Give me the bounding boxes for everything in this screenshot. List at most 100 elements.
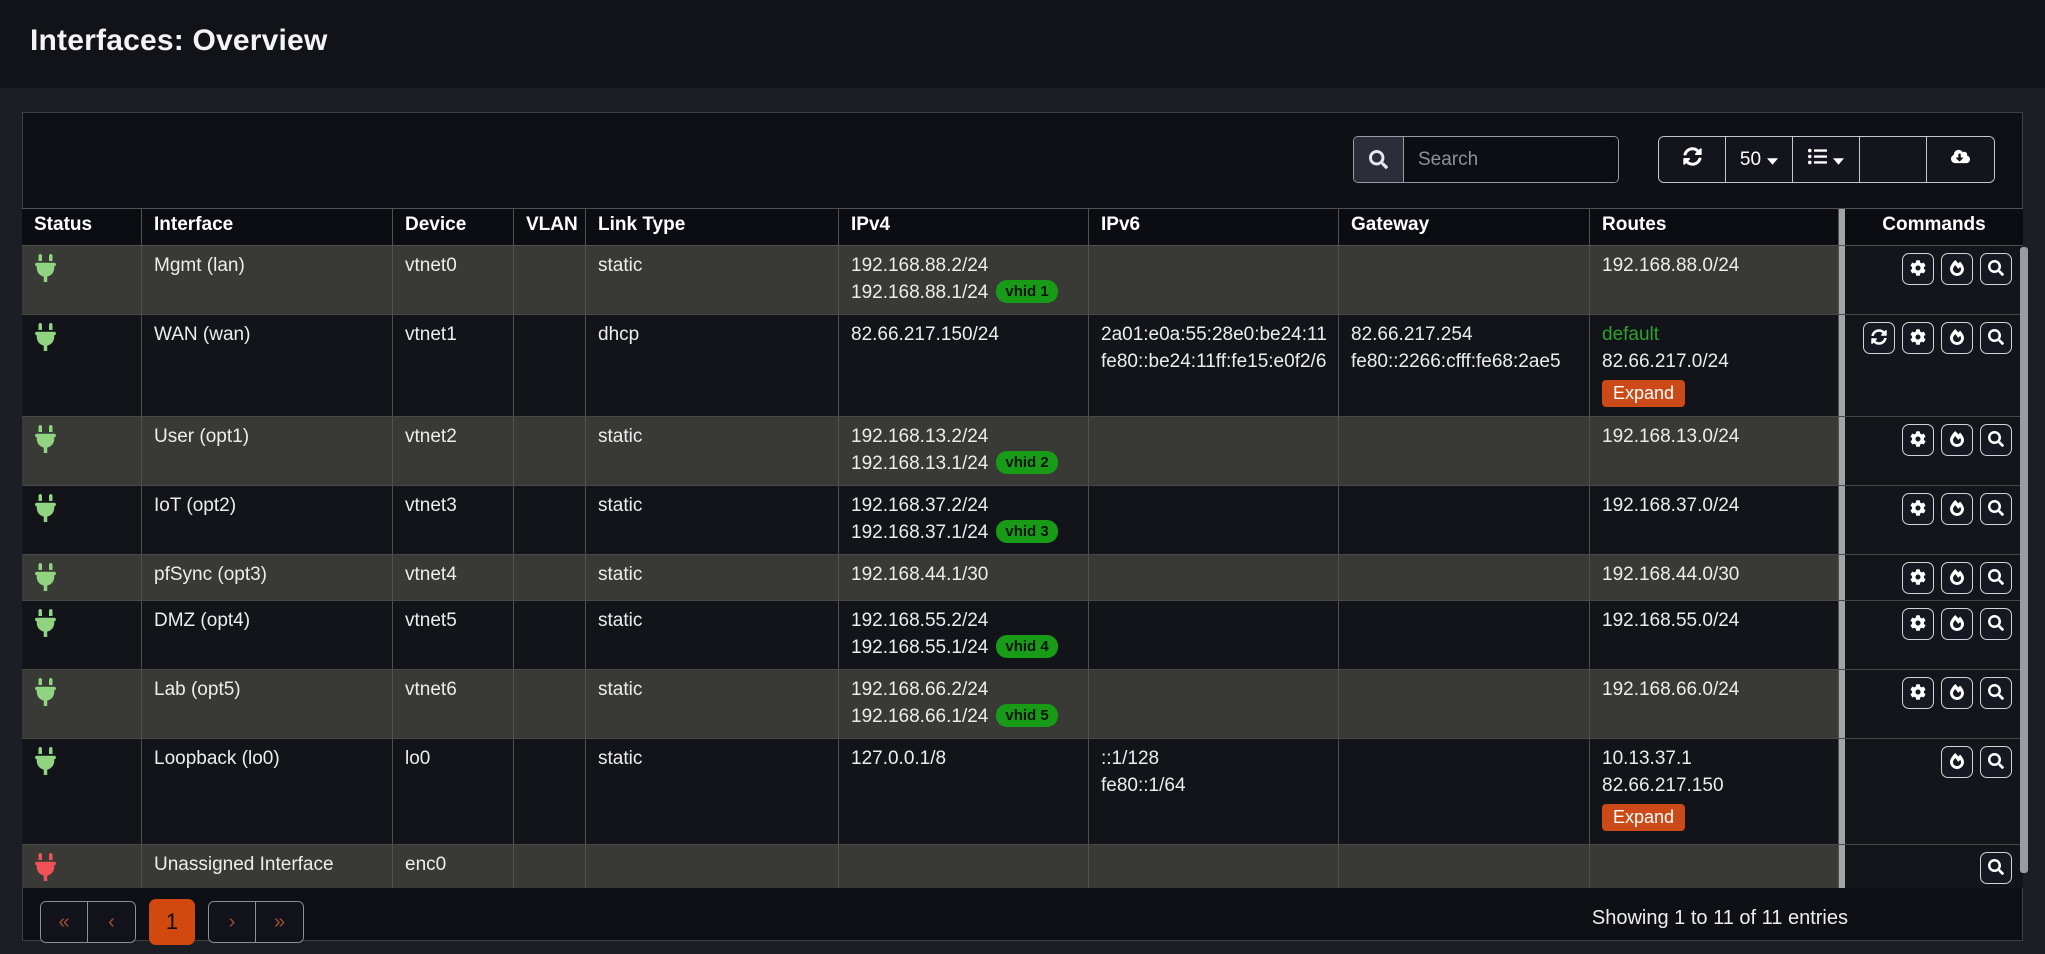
interface-cell: IoT (opt2) [142,486,393,554]
device-value: vtnet6 [405,679,457,700]
page-1-button[interactable]: 1 [149,899,195,945]
search-button[interactable] [1980,608,2012,640]
search-icon [1988,859,2004,878]
first-page-button[interactable]: « [41,902,88,942]
flame-button[interactable] [1941,677,1973,709]
route-value: default [1602,324,1659,345]
status-cell [22,670,142,738]
table-row: Unassigned Interface enc0 [22,845,2023,888]
commands-cell [1845,315,2023,416]
ipv4-value: 192.168.66.2/24 [851,679,988,700]
vhid-badge: vhid 2 [996,451,1057,474]
vertical-scrollbar-thumb[interactable] [2020,247,2028,873]
page-size-dropdown[interactable]: 50 [1726,137,1793,182]
gear-button[interactable] [1902,677,1934,709]
route-value: 82.66.217.150 [1602,775,1724,796]
column-header-ipv6[interactable]: IPv6 [1089,209,1339,245]
column-header-status[interactable]: Status [22,209,142,245]
search-button[interactable] [1980,493,2012,525]
flame-button[interactable] [1941,253,1973,285]
status-cell [22,417,142,485]
column-header-gateway[interactable]: Gateway [1339,209,1590,245]
link-type-value: dhcp [598,324,639,345]
interface-value: Mgmt (lan) [154,255,245,276]
search-button[interactable] [1980,746,2012,778]
empty-toolbar-button[interactable] [1860,137,1927,182]
column-header-vlan[interactable]: VLAN [514,209,586,245]
next-page-button[interactable]: › [209,902,256,942]
entries-summary: Showing 1 to 11 of 11 entries [1592,907,1848,930]
caret-down-icon [1833,149,1844,171]
status-up-plug-icon [35,609,56,645]
link-type-value: static [598,564,642,585]
last-page-button[interactable]: » [256,902,303,942]
search-button[interactable] [1980,322,2012,354]
flame-button[interactable] [1941,608,1973,640]
device-cell: enc0 [393,845,514,888]
gear-button[interactable] [1902,253,1934,285]
routes-cell: 192.168.37.0/24 [1590,486,1839,554]
interfaces-overview-page: Interfaces: Overview 50 [0,0,2045,954]
link-type-cell: static [586,417,839,485]
route-value: 82.66.217.0/24 [1602,351,1729,372]
status-cell [22,246,142,314]
reload-button[interactable] [1863,322,1895,354]
link-type-cell: static [586,555,839,600]
ipv4-cell: 82.66.217.150/24 [839,315,1089,416]
search-icon [1988,260,2004,279]
ipv4-value: 192.168.13.2/24 [851,426,988,447]
device-value: vtnet5 [405,610,457,631]
interface-value: pfSync (opt3) [154,564,267,585]
device-value: enc0 [405,854,446,875]
interface-value: Unassigned Interface [154,854,334,875]
ipv4-value: 127.0.0.1/8 [851,748,946,769]
column-header-commands[interactable]: Commands [1845,209,2023,245]
search-button[interactable] [1980,677,2012,709]
device-value: vtnet3 [405,495,457,516]
flame-button[interactable] [1941,322,1973,354]
column-header-routes[interactable]: Routes [1590,209,1839,245]
search-button[interactable] [1980,253,2012,285]
ipv4-value: 192.168.37.1/24 [851,522,988,543]
flame-button[interactable] [1941,562,1973,594]
gear-button[interactable] [1902,424,1934,456]
search-input[interactable] [1404,137,1618,182]
vlan-cell [514,486,586,554]
expand-button[interactable]: Expand [1602,804,1685,831]
link-type-cell: static [586,739,839,844]
flame-button[interactable] [1941,424,1973,456]
flame-button[interactable] [1941,746,1973,778]
page-header: Interfaces: Overview [0,0,2045,88]
link-type-value: static [598,495,642,516]
refresh-button[interactable] [1659,137,1726,182]
search-button[interactable] [1980,424,2012,456]
flame-button[interactable] [1941,493,1973,525]
expand-button[interactable]: Expand [1602,380,1685,407]
page-title: Interfaces: Overview [0,0,2045,58]
gear-button[interactable] [1902,608,1934,640]
status-cell [22,739,142,844]
gear-button[interactable] [1902,493,1934,525]
link-type-value: static [598,426,642,447]
gear-button[interactable] [1902,322,1934,354]
column-header-device[interactable]: Device [393,209,514,245]
routes-cell: 10.13.37.182.66.217.150Expand [1590,739,1839,844]
search-icon [1988,431,2004,450]
gateway-value: fe80::2266:cfff:fe68:2ae5 [1351,351,1561,372]
column-header-link-type[interactable]: Link Type [586,209,839,245]
gateway-cell [1339,601,1590,669]
column-header-ipv4[interactable]: IPv4 [839,209,1089,245]
commands-cell [1845,670,2023,738]
gear-button[interactable] [1902,562,1934,594]
ipv4-value: 192.168.55.2/24 [851,610,988,631]
search-button[interactable] [1980,852,2012,884]
ipv6-value: 2a01:e0a:55:28e0:be24:11 [1101,324,1327,345]
link-type-cell: dhcp [586,315,839,416]
search-button[interactable] [1980,562,2012,594]
column-header-interface[interactable]: Interface [142,209,393,245]
column-selector-dropdown[interactable] [1793,137,1860,182]
gear-icon [1910,569,1926,588]
previous-page-button[interactable]: ‹ [88,902,135,942]
flame-icon [1949,615,1965,634]
export-download-button[interactable] [1927,137,1994,182]
